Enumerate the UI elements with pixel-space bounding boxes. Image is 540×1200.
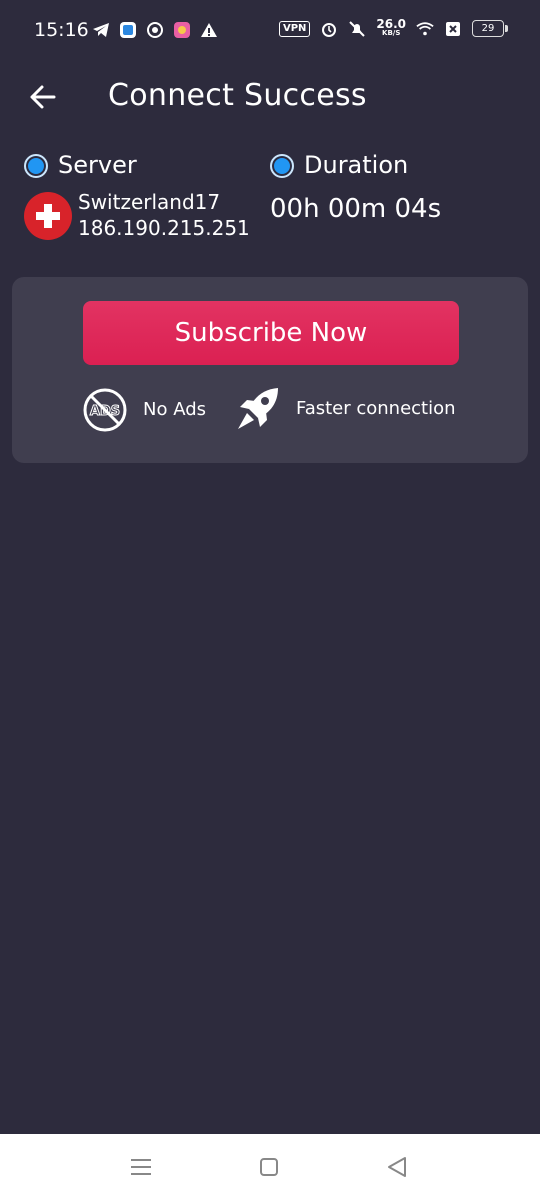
gallery-icon [173,21,191,39]
menu-icon[interactable] [128,1154,154,1180]
vpn-badge: VPN [278,20,311,37]
status-bar: 15:16 VPN 26.0 KB/S 29 [0,0,540,62]
chrome-icon [146,21,164,39]
duration-radio-icon [270,154,294,178]
duration-label: Duration [304,151,409,179]
wifi-icon [416,20,434,38]
mute-icon [348,20,366,38]
back-triangle-icon[interactable] [384,1154,410,1180]
battery-indicator: 29 [472,20,508,37]
page-title: Connect Success [108,78,367,113]
status-time: 15:16 [34,19,89,41]
feature-label-faster: Faster connection [296,398,456,419]
alarm-icon [320,20,338,38]
switzerland-flag-icon [24,192,72,240]
arrow-left-icon [30,85,56,109]
server-ip: 186.190.215.251 [78,216,250,240]
server-name: Switzerland17 [78,190,221,214]
close-box-icon [444,20,462,38]
telegram-icon [92,21,110,39]
rocket-icon [234,385,284,437]
premium-card: Subscribe Now ADS No Ads Faster connecti… [12,277,528,463]
back-button[interactable] [26,80,60,114]
system-nav-bar [0,1134,540,1200]
status-system-icons: VPN 26.0 KB/S 29 [278,18,508,38]
server-label: Server [58,151,137,179]
duration-value: 00h 00m 04s [270,194,442,224]
subscribe-now-button[interactable]: Subscribe Now [83,301,459,365]
home-square-icon[interactable] [256,1154,282,1180]
net-speed: 26.0 KB/S [376,18,406,38]
no-ads-icon: ADS [82,387,128,437]
warning-icon [200,21,218,39]
app-icon [119,21,137,39]
feature-label-no-ads: No Ads [143,399,206,420]
status-notification-icons [92,21,218,39]
server-radio-icon [24,154,48,178]
